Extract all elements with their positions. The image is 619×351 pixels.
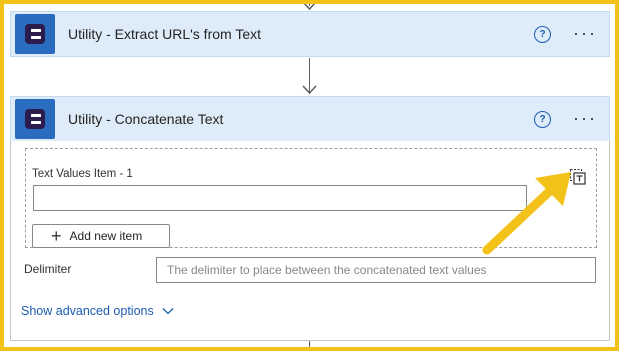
connector-arrow-icon <box>302 85 317 95</box>
add-new-item-button[interactable]: + Add new item <box>32 224 170 248</box>
step-title: Utility - Extract URL's from Text <box>68 26 261 42</box>
question-circle-icon[interactable]: ? <box>534 111 551 128</box>
step-card-concatenate-text[interactable]: Utility - Concatenate Text ? ··· <box>10 96 610 142</box>
utility-connector-logo-icon <box>15 99 55 139</box>
annotation-arrow-icon <box>482 172 571 255</box>
delimiter-label: Delimiter <box>24 262 72 276</box>
add-new-item-label: Add new item <box>69 229 143 243</box>
show-advanced-options-label: Show advanced options <box>21 304 154 318</box>
text-values-item-label: Text Values Item - 1 <box>32 168 133 180</box>
show-advanced-options-link[interactable]: Show advanced options <box>21 304 174 318</box>
text-values-item-input[interactable] <box>33 185 527 211</box>
chevron-down-icon <box>162 308 174 315</box>
step-card-extract-urls[interactable]: Utility - Extract URL's from Text ? ··· <box>10 11 610 57</box>
question-circle-icon[interactable]: ? <box>534 26 551 43</box>
utility-connector-logo-icon <box>15 14 55 54</box>
more-ellipsis-icon[interactable]: ··· <box>573 109 597 127</box>
step-title: Utility - Concatenate Text <box>68 111 224 127</box>
plus-icon: + <box>51 226 62 246</box>
more-ellipsis-icon[interactable]: ··· <box>573 24 597 42</box>
flow-connector-bottom <box>309 341 310 347</box>
